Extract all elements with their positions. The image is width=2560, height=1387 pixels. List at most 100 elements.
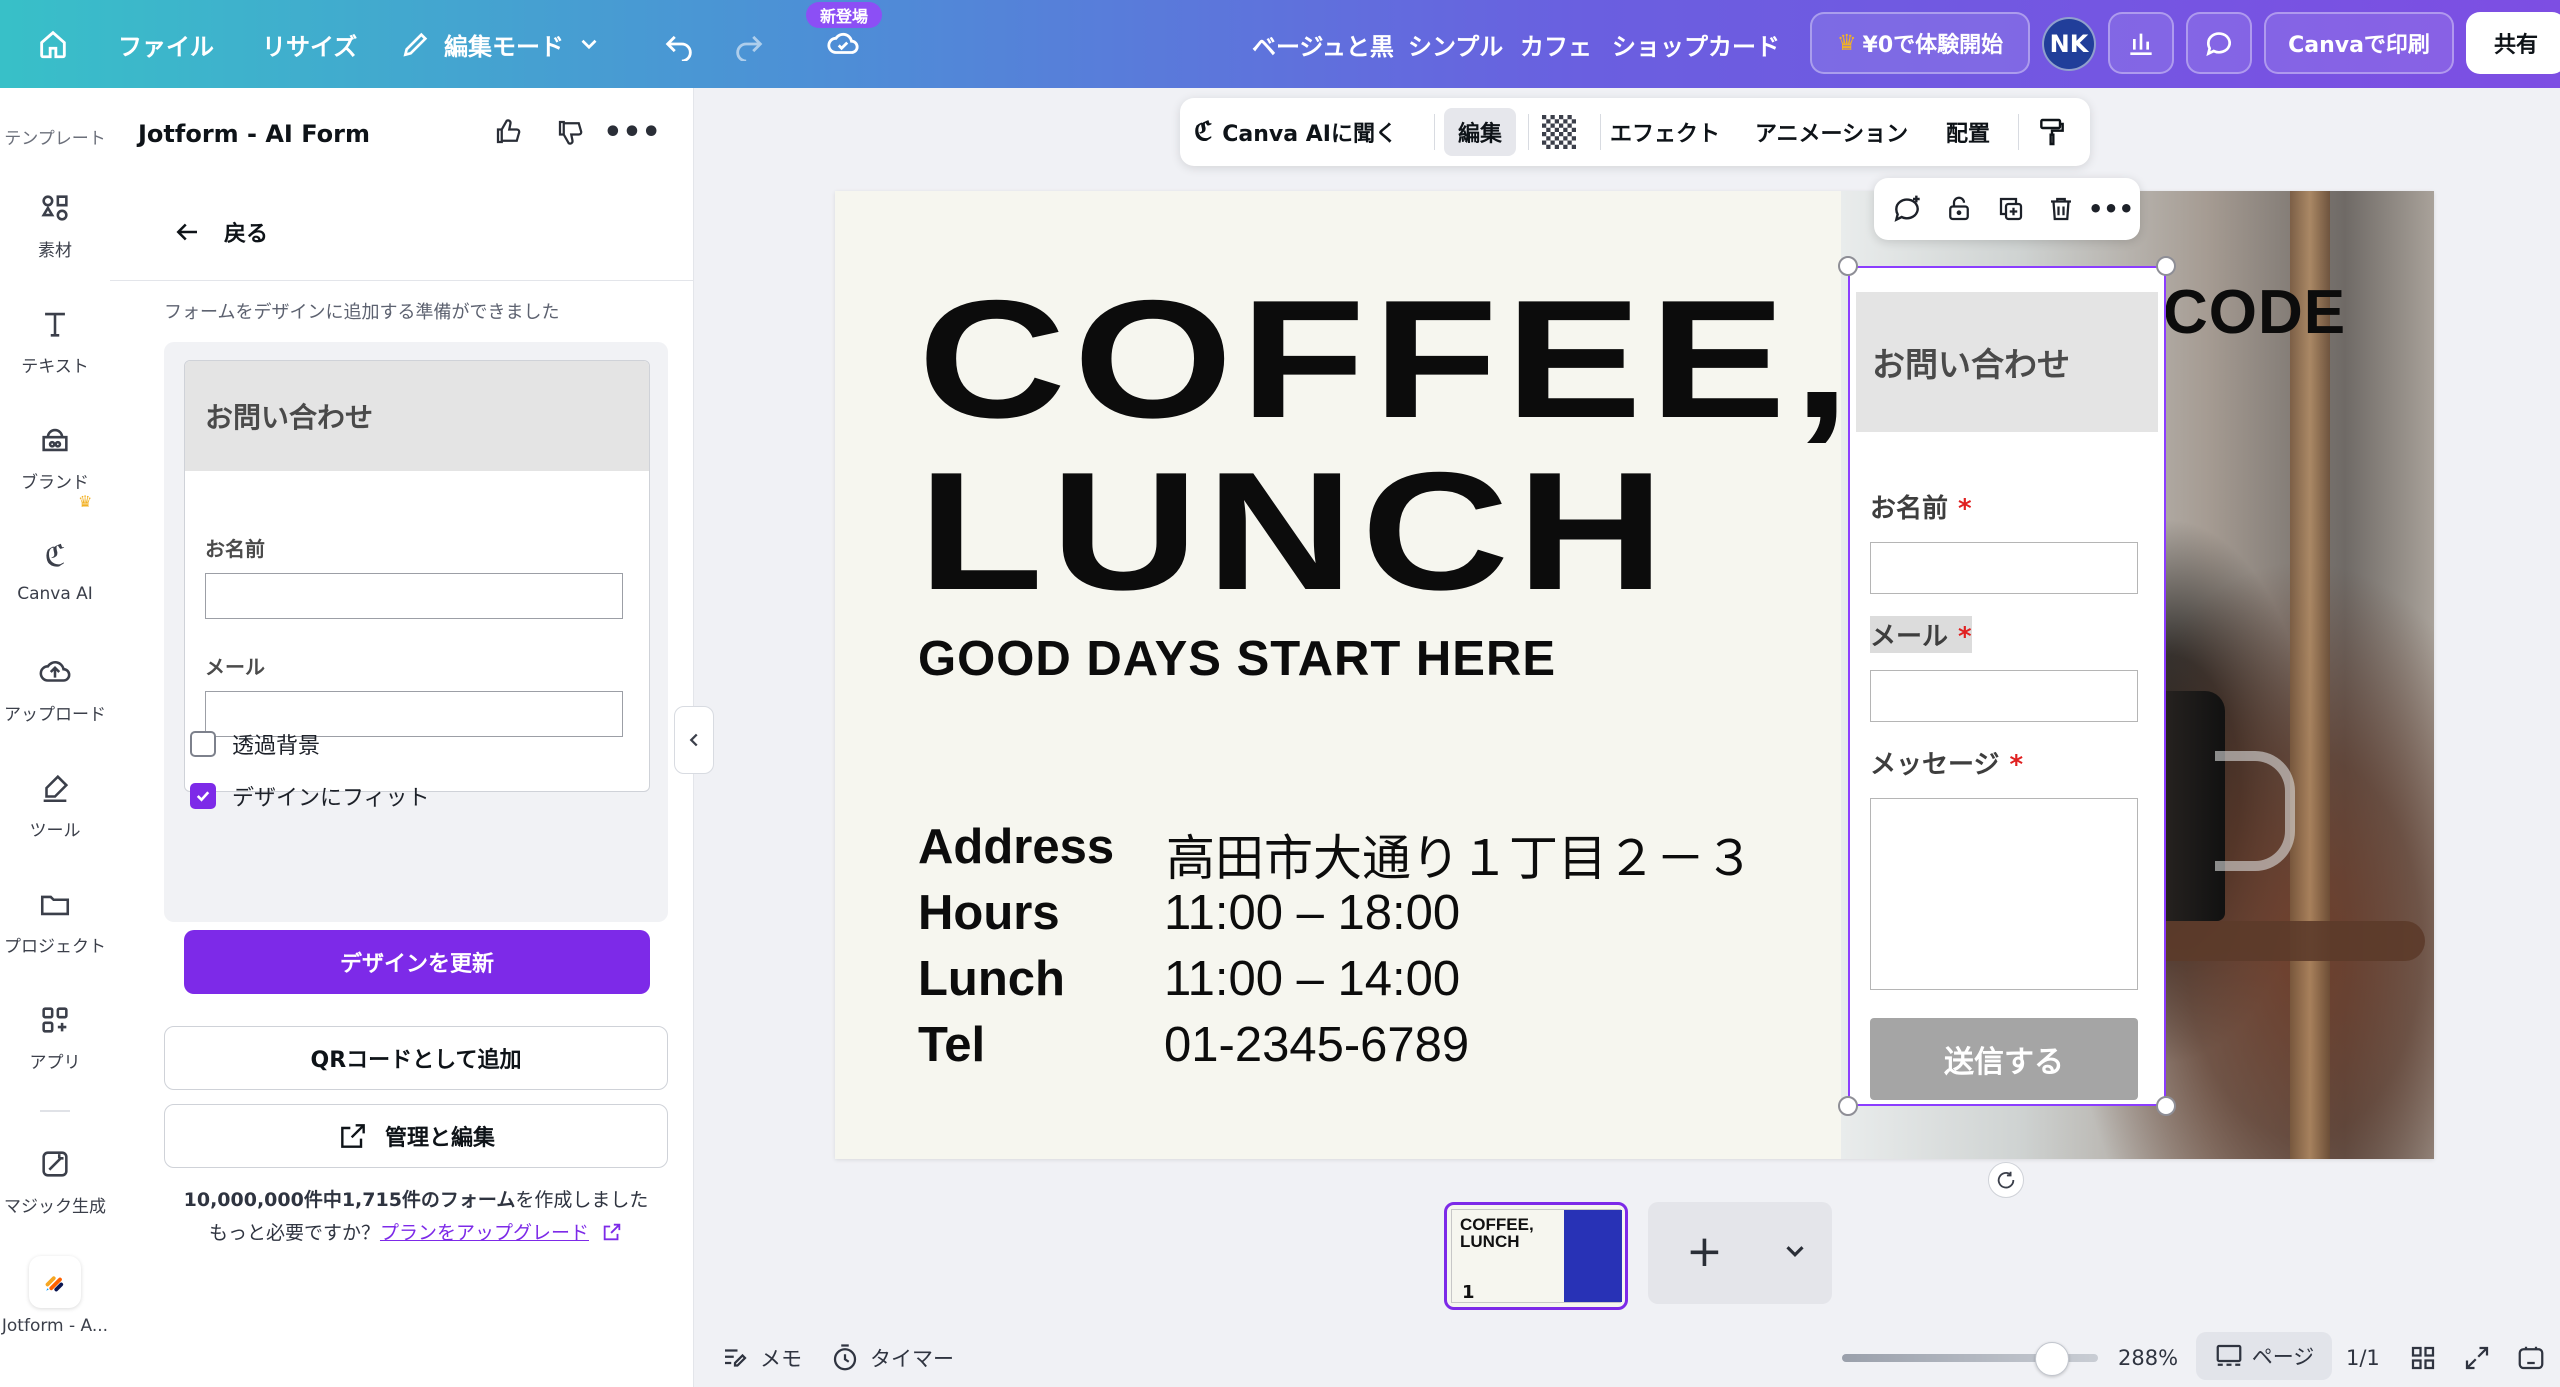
animation-button[interactable]: アニメーション xyxy=(1755,98,1908,166)
transparency-button[interactable] xyxy=(1542,98,1576,166)
share-button[interactable]: 共有 xyxy=(2466,12,2560,74)
info-key: Tel xyxy=(918,1018,986,1072)
embedded-form[interactable]: お問い合わせ お名前 * メール * メッセージ * 送信する xyxy=(1848,266,2166,1106)
arrange-button[interactable]: 配置 xyxy=(1946,98,1990,166)
left-rail: テンプレート 素材 テキスト ♛ ブランド ℭ Canva AI アップロード … xyxy=(0,88,110,1387)
title-line-2[interactable]: LUNCH xyxy=(918,447,1672,615)
form-submit-button[interactable]: 送信する xyxy=(1870,1018,2138,1100)
rail-item-canva-ai[interactable]: ℭ Canva AI xyxy=(0,536,110,605)
quota-question: もっと必要ですか？ xyxy=(208,1222,380,1244)
page-view-button[interactable]: ページ xyxy=(2196,1332,2332,1380)
resize-handle-bottom-right[interactable] xyxy=(2156,1096,2176,1116)
suggestion-beige-black[interactable]: ベージュと黒 xyxy=(1252,0,1394,88)
chevron-down-icon[interactable] xyxy=(1780,1236,1810,1266)
undo-button[interactable] xyxy=(662,0,696,88)
comment-icon xyxy=(2206,32,2231,57)
page-count[interactable]: 1/1 xyxy=(2346,1336,2380,1380)
folder-icon xyxy=(35,884,75,924)
suggestion-cafe[interactable]: カフェ xyxy=(1520,0,1592,88)
form-label-email: メール * xyxy=(1870,616,1972,653)
update-design-button[interactable]: デザインを更新 xyxy=(184,930,650,994)
ready-text: フォームをデザインに追加する準備ができました xyxy=(164,302,560,323)
rail-item-upload[interactable]: アップロード xyxy=(0,652,110,725)
lock-button[interactable] xyxy=(1940,190,1978,228)
more-options-icon[interactable]: ••• xyxy=(2088,190,2134,228)
rail-item-jotform[interactable]: Jotform - A... xyxy=(0,1256,110,1336)
help-button[interactable] xyxy=(2516,1336,2556,1380)
more-options-icon[interactable]: ••• xyxy=(603,112,661,152)
crown-icon: ♛ xyxy=(78,492,93,511)
thumbs-down-button[interactable] xyxy=(550,112,590,152)
form-input-email[interactable] xyxy=(1870,670,2138,722)
add-as-qr-button[interactable]: QRコードとして追加 xyxy=(164,1026,668,1090)
comments-button[interactable] xyxy=(2186,12,2252,74)
page-thumbnail[interactable]: COFFEE, LUNCH 1 xyxy=(1444,1202,1628,1310)
menu-file[interactable]: ファイル xyxy=(118,0,214,88)
rail-item-projects[interactable]: プロジェクト xyxy=(0,884,110,957)
suggestion-simple[interactable]: シンプル xyxy=(1408,0,1503,88)
add-page-button[interactable]: + xyxy=(1648,1202,1832,1304)
rail-item-tools[interactable]: ツール xyxy=(0,768,110,841)
info-value: 01-2345-6789 xyxy=(1164,1018,1470,1072)
fullscreen-button[interactable] xyxy=(2462,1336,2502,1380)
suggestion-shop-card[interactable]: ショップカード xyxy=(1612,0,1780,88)
rail-item-elements[interactable]: 素材 xyxy=(0,188,110,261)
timer-button[interactable]: タイマー xyxy=(830,1336,954,1380)
rail-item-apps[interactable]: アプリ xyxy=(0,1000,110,1073)
info-key: Address xyxy=(918,820,1115,874)
collapse-panel-button[interactable] xyxy=(674,706,714,774)
toolbar-divider xyxy=(1600,114,1601,150)
rail-divider xyxy=(40,1110,70,1112)
zoom-level[interactable]: 288% xyxy=(2118,1336,2178,1380)
qr-code-text[interactable]: CODE xyxy=(2163,277,2346,348)
context-toolbar: ℭ Canva AIに聞く 編集 エフェクト アニメーション 配置 xyxy=(1180,98,2090,166)
thumbs-up-icon xyxy=(496,119,521,144)
fit-design-checkbox[interactable]: デザインにフィット xyxy=(190,780,430,812)
grid-view-button[interactable] xyxy=(2408,1336,2448,1380)
resize-handle-top-right[interactable] xyxy=(2156,256,2176,276)
form-textarea-message[interactable] xyxy=(1870,798,2138,990)
resize-handle-bottom-left[interactable] xyxy=(1838,1096,1858,1116)
preview-header: お問い合わせ xyxy=(185,361,649,471)
title-line-1[interactable]: COFFEE, xyxy=(918,275,1857,443)
form-input-name[interactable] xyxy=(1870,542,2138,594)
menu-resize[interactable]: リサイズ xyxy=(262,0,357,88)
back-button[interactable]: 戻る xyxy=(172,216,268,248)
insights-button[interactable] xyxy=(2108,12,2174,74)
rail-item-text[interactable]: テキスト xyxy=(0,304,110,377)
home-button[interactable] xyxy=(36,0,70,88)
edit-mode-dropdown[interactable]: 編集モード xyxy=(400,0,602,88)
canva-ai-icon: ℭ xyxy=(44,538,66,574)
design-canvas[interactable]: CODE COFFEE, LUNCH GOOD DAYS START HERE … xyxy=(835,191,2434,1159)
thumbs-up-button[interactable] xyxy=(488,112,528,152)
manage-edit-button[interactable]: 管理と編集 xyxy=(164,1104,668,1168)
resize-handle-top-left[interactable] xyxy=(1838,256,1858,276)
redo-button[interactable] xyxy=(732,0,766,88)
required-mark: * xyxy=(1958,622,1972,652)
ask-canva-ai-button[interactable]: ℭ Canva AIに聞く xyxy=(1194,98,1397,166)
rotate-handle[interactable] xyxy=(1988,1162,2024,1198)
delete-button[interactable] xyxy=(2042,190,2080,228)
rail-item-magic[interactable]: マジック生成 xyxy=(0,1144,110,1217)
rail-item-templates[interactable]: テンプレート xyxy=(0,124,110,149)
upgrade-link[interactable]: プランをアップグレード xyxy=(380,1222,589,1244)
copy-style-button[interactable] xyxy=(2036,98,2068,166)
edit-button[interactable]: 編集 xyxy=(1444,108,1517,156)
toolbar-divider xyxy=(2018,114,2019,150)
trial-button[interactable]: ♛ ¥0で体験開始 xyxy=(1810,12,2030,74)
info-value: 11:00 – 18:00 xyxy=(1164,886,1461,940)
bar-chart-icon xyxy=(2130,33,2152,55)
rail-item-brand[interactable]: ブランド xyxy=(0,420,110,493)
lock-icon xyxy=(1949,196,1969,221)
cloud-check-icon xyxy=(827,32,859,54)
transparent-bg-checkbox[interactable]: 透過背景 xyxy=(190,728,320,760)
add-comment-button[interactable] xyxy=(1888,190,1926,228)
zoom-slider-thumb[interactable] xyxy=(2034,1342,2069,1376)
notes-button[interactable]: メモ xyxy=(720,1336,802,1380)
duplicate-button[interactable] xyxy=(1992,190,2030,228)
print-button[interactable]: Canvaで印刷 xyxy=(2264,12,2454,74)
tagline[interactable]: GOOD DAYS START HERE xyxy=(918,631,1556,687)
effects-button[interactable]: エフェクト xyxy=(1610,98,1720,166)
manage-label: 管理と編集 xyxy=(384,1126,495,1151)
avatar[interactable]: NK xyxy=(2042,17,2096,71)
